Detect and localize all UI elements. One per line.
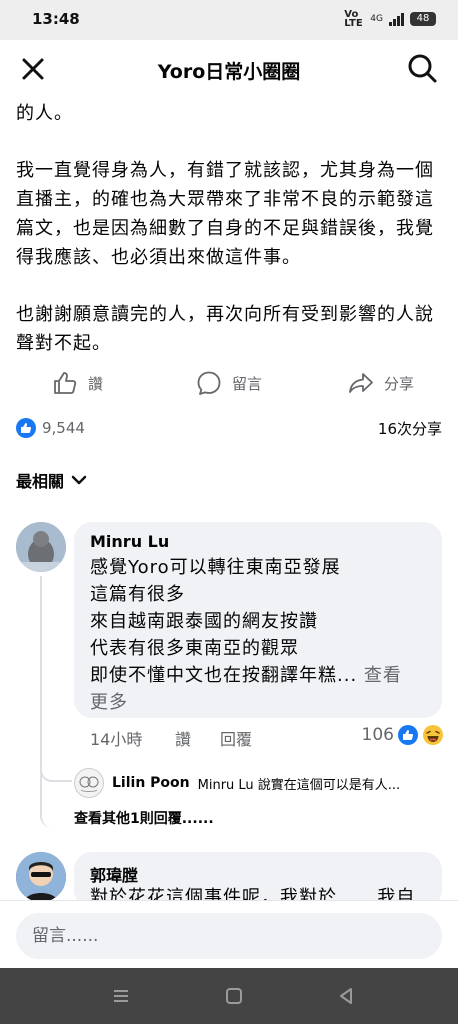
- status-time: 13:48: [32, 10, 80, 28]
- see-more-link[interactable]: 查看: [357, 665, 402, 686]
- thread-connector: [40, 576, 72, 828]
- top-header: Yoro日常小圈圈: [0, 40, 458, 96]
- comment-input[interactable]: 留言......: [16, 913, 442, 959]
- comment-reactions[interactable]: 106: [362, 724, 444, 746]
- comment-line-text: 即使不懂中文也在按翻譯年糕...: [90, 665, 358, 686]
- status-icons: Vo LTE 4G 48: [344, 9, 436, 29]
- comment-reply-button[interactable]: 回覆: [220, 726, 252, 750]
- avatar: [74, 768, 104, 798]
- comment-line: 感覺Yoro可以轉往東南亞發展: [90, 557, 341, 578]
- home-icon[interactable]: [224, 986, 244, 1006]
- view-more-replies[interactable]: 查看其他1則回覆......: [74, 808, 214, 828]
- reaction-count: 106: [361, 725, 394, 745]
- like-reaction-icon: [398, 725, 418, 745]
- share-button[interactable]: 分享: [348, 370, 414, 396]
- reply-author: Lilin Poon: [112, 775, 190, 791]
- comment-author[interactable]: 郭瑋膛: [90, 862, 138, 886]
- comment-text: 感覺Yoro可以轉往東南亞發展 這篇有很多 來自越南跟泰國的網友按讚 代表有很多…: [90, 554, 436, 716]
- page-title: Yoro日常小圈圈: [157, 61, 301, 83]
- comment-sort-dropdown[interactable]: 最相關: [16, 468, 88, 492]
- avatar-photo-icon: [16, 522, 66, 572]
- sort-label: 最相關: [16, 472, 65, 491]
- volte-indicator: Vo LTE: [344, 9, 363, 29]
- see-more-link[interactable]: 更多: [90, 689, 436, 716]
- post-body: 方面的不足，也曾積極尋求方法讓自己成為更成熟的人。 我一直覺得身為人，有錯了就該…: [16, 70, 446, 386]
- chevron-down-icon: [71, 475, 87, 485]
- avatar-cartoon-icon: [16, 852, 66, 902]
- post-paragraph: 也謝謝願意讀完的人，再次向所有受到影響的人說聲對不起。: [16, 304, 434, 354]
- haha-reaction-icon: [423, 725, 443, 745]
- reaction-summary[interactable]: 9,544: [16, 418, 85, 438]
- status-bar: 13:48 Vo LTE 4G 48: [0, 0, 458, 40]
- recents-icon[interactable]: [111, 986, 131, 1006]
- comment-time: 14小時: [90, 730, 143, 749]
- share-count[interactable]: 16次分享: [378, 418, 442, 439]
- battery-icon: 48: [410, 12, 436, 26]
- comment-like-button[interactable]: 讚: [175, 726, 191, 750]
- share-icon: [349, 373, 373, 393]
- avatar[interactable]: [16, 522, 66, 572]
- like-count: 9,544: [42, 419, 85, 437]
- like-reaction-icon: [16, 418, 36, 438]
- comment-icon: [197, 371, 221, 395]
- comment-line: 這篇有很多: [90, 584, 185, 605]
- comment-composer: 留言......: [0, 900, 458, 969]
- search-icon[interactable]: [406, 52, 438, 84]
- avatar-drawing-icon: [79, 776, 99, 792]
- like-label: 讚: [88, 374, 104, 393]
- comment-label: 留言: [232, 374, 263, 393]
- avatar[interactable]: [16, 852, 66, 902]
- comment-line: 即使不懂中文也在按翻譯年糕... 查看: [90, 662, 436, 689]
- system-nav-bar: [0, 968, 458, 1024]
- network-indicator: 4G: [370, 14, 383, 24]
- signal-icon: [389, 12, 404, 26]
- like-button[interactable]: 讚: [52, 370, 103, 396]
- comment-button[interactable]: 留言: [196, 370, 262, 396]
- share-label: 分享: [384, 374, 415, 393]
- comment-author[interactable]: Minru Lu: [90, 532, 169, 551]
- reply-preview[interactable]: Lilin Poon Minru Lu 說實在這個可以是有人...: [74, 768, 400, 798]
- comment-line: 代表有很多東南亞的觀眾: [90, 638, 299, 659]
- reply-text: Minru Lu 說實在這個可以是有人...: [197, 777, 401, 793]
- back-icon[interactable]: [336, 986, 356, 1006]
- post-paragraph: 我一直覺得身為人，有錯了就該認，尤其身為一個直播主，的確也為大眾帶來了非常不良的…: [16, 160, 434, 268]
- comment-line: 來自越南跟泰國的網友按讚: [90, 611, 318, 632]
- thumbs-up-icon: [54, 372, 77, 394]
- comment-bubble[interactable]: Minru Lu 感覺Yoro可以轉往東南亞發展 這篇有很多 來自越南跟泰國的網…: [74, 522, 442, 718]
- post-stats: 9,544 16次分享: [0, 414, 458, 444]
- post-action-bar: 讚 留言 分享: [0, 364, 458, 404]
